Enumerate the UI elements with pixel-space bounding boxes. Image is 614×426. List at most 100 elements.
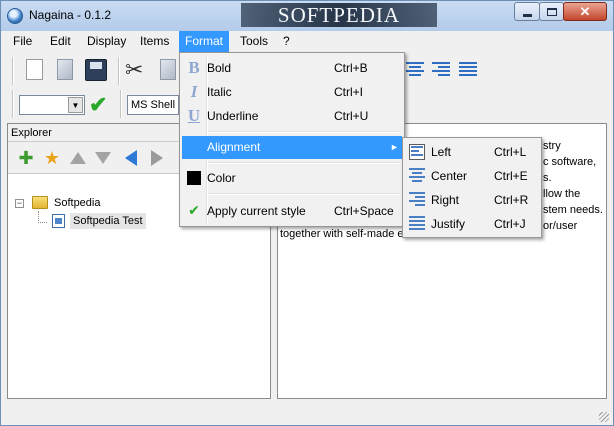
favorite-star-icon[interactable]: ★ — [42, 148, 62, 168]
toolbar-separator — [120, 90, 122, 118]
menu-item-color[interactable]: Color — [182, 167, 402, 190]
align-center-icon — [409, 168, 425, 184]
menu-item-align-justify[interactable]: Justify Ctrl+J — [405, 213, 539, 236]
menu-item-align-left[interactable]: Left Ctrl+L — [405, 141, 539, 164]
toolbar-separator — [12, 90, 14, 118]
font-name-value: MS Shell D — [131, 99, 178, 111]
align-center-icon[interactable] — [406, 62, 424, 78]
chevron-down-icon[interactable]: ▼ — [68, 97, 83, 113]
maximize-icon — [546, 7, 557, 16]
menu-item-label: Bold — [207, 61, 232, 75]
menu-item-underline[interactable]: U Underline Ctrl+U — [182, 105, 402, 128]
menu-item-align-center[interactable]: Center Ctrl+E — [405, 165, 539, 188]
menu-item-label: Underline — [207, 109, 259, 123]
maximize-button[interactable] — [539, 2, 564, 21]
format-menu: B Bold Ctrl+B I Italic Ctrl+I U Underlin… — [179, 52, 405, 227]
menu-items[interactable]: Items — [134, 31, 175, 52]
content-line: c software, — [543, 156, 597, 168]
menu-item-apply-style[interactable]: ✔ Apply current style Ctrl+Space — [182, 200, 402, 223]
add-item-icon[interactable]: ✚ — [16, 148, 36, 168]
menu-separator — [208, 131, 400, 133]
menu-item-label: Justify — [431, 217, 466, 231]
align-right-icon — [409, 192, 425, 208]
menu-item-shortcut: Ctrl+J — [494, 217, 526, 231]
menu-display[interactable]: Display — [81, 31, 132, 52]
menu-item-shortcut: Ctrl+U — [334, 109, 369, 123]
menu-bar: File Edit Display Items Format Tools ? — [1, 31, 613, 52]
font-name-combo[interactable]: MS Shell D — [127, 95, 179, 115]
underline-icon: U — [187, 106, 201, 125]
save-icon[interactable] — [85, 59, 107, 81]
move-up-icon[interactable] — [70, 152, 90, 172]
window-title: Nagaina - 0.1.2 — [29, 8, 112, 22]
minimize-button[interactable] — [514, 2, 540, 21]
menu-item-label: Center — [431, 169, 468, 183]
tree-line — [38, 211, 47, 223]
menu-item-alignment[interactable]: Alignment ► — [182, 136, 402, 159]
bold-icon: B — [188, 58, 200, 77]
apply-check-icon[interactable]: ✔ — [89, 94, 107, 116]
align-justify-icon — [409, 216, 425, 232]
color-swatch-icon — [187, 171, 201, 185]
watermark-banner: SOFTPEDIA — [241, 3, 437, 27]
menu-file[interactable]: File — [7, 31, 38, 52]
copy-icon[interactable] — [160, 59, 176, 80]
toolbar-separator — [118, 57, 120, 85]
menu-separator — [208, 193, 400, 195]
cut-scissors-icon[interactable]: ✂ — [125, 59, 147, 81]
alignment-submenu: Left Ctrl+L Center Ctrl+E Right Ctrl+R J… — [402, 137, 542, 238]
italic-icon: I — [190, 82, 198, 101]
folder-icon — [32, 196, 48, 209]
status-bar — [1, 405, 613, 425]
collapse-toggle[interactable]: − — [15, 199, 24, 208]
minimize-icon — [522, 13, 532, 17]
menu-item-bold[interactable]: B Bold Ctrl+B — [182, 57, 402, 80]
new-document-icon[interactable] — [26, 59, 43, 80]
align-right-icon[interactable] — [432, 62, 450, 78]
align-justify-icon[interactable] — [459, 62, 477, 78]
menu-item-shortcut: Ctrl+E — [494, 169, 528, 183]
tree-node-label: Softpedia — [54, 197, 101, 209]
menu-item-label: Alignment — [207, 140, 261, 154]
menu-item-label: Apply current style — [207, 204, 306, 218]
menu-item-shortcut: Ctrl+Space — [334, 204, 394, 218]
toolbar-separator — [12, 57, 14, 85]
menu-item-label: Left — [431, 145, 452, 159]
menu-item-align-right[interactable]: Right Ctrl+R — [405, 189, 539, 212]
check-icon: ✔ — [188, 203, 200, 219]
submenu-arrow-icon: ► — [390, 142, 399, 152]
content-line: stry — [543, 140, 561, 152]
menu-format[interactable]: Format — [179, 31, 230, 52]
move-left-icon[interactable] — [125, 150, 145, 170]
app-globe-icon — [7, 8, 23, 24]
move-right-icon[interactable] — [151, 150, 171, 170]
content-line: stem needs. — [543, 204, 603, 216]
close-button[interactable]: ✕ — [563, 2, 607, 21]
content-line: together with self-made e — [280, 228, 404, 240]
menu-help[interactable]: ? — [277, 31, 296, 52]
close-icon: ✕ — [579, 3, 591, 19]
content-line: or/user — [543, 220, 578, 232]
tree-node-label: Softpedia Test — [70, 213, 146, 229]
resize-grip-icon[interactable] — [599, 412, 609, 422]
menu-item-shortcut: Ctrl+R — [494, 193, 529, 207]
content-line: llow the — [543, 188, 581, 200]
menu-tools[interactable]: Tools — [234, 31, 274, 52]
menu-item-label: Italic — [207, 85, 232, 99]
menu-item-shortcut: Ctrl+L — [494, 145, 527, 159]
menu-item-italic[interactable]: I Italic Ctrl+I — [182, 81, 402, 104]
open-document-icon[interactable] — [57, 59, 73, 80]
menu-separator — [208, 162, 400, 164]
content-line: s. — [543, 172, 552, 184]
menu-item-label: Right — [431, 193, 460, 207]
menu-edit[interactable]: Edit — [44, 31, 77, 52]
document-icon — [52, 214, 65, 228]
app-window: Nagaina - 0.1.2 SOFTPEDIA ✕ File Edit Di… — [0, 0, 614, 426]
menu-item-shortcut: Ctrl+B — [334, 61, 368, 75]
style-combo[interactable]: ▼ — [19, 95, 85, 115]
move-down-icon[interactable] — [95, 152, 115, 172]
title-bar[interactable]: Nagaina - 0.1.2 SOFTPEDIA ✕ — [1, 1, 613, 31]
menu-item-shortcut: Ctrl+I — [334, 85, 364, 99]
align-left-icon — [409, 144, 425, 160]
menu-item-label: Color — [207, 171, 236, 185]
